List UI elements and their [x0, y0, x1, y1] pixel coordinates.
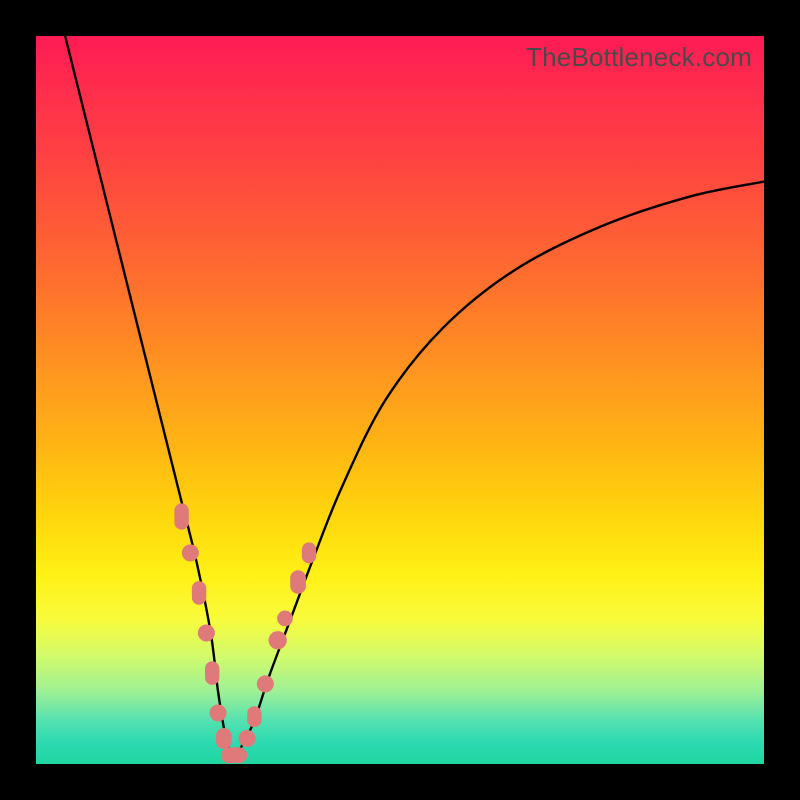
- data-marker: [198, 624, 215, 641]
- data-marker: [209, 705, 226, 722]
- data-marker: [290, 570, 306, 594]
- data-marker: [182, 544, 199, 561]
- marker-layer: [174, 503, 316, 763]
- chart-frame: TheBottleneck.com: [0, 0, 800, 800]
- data-marker: [247, 706, 261, 727]
- data-marker: [205, 661, 219, 685]
- data-marker: [239, 730, 256, 747]
- data-marker: [192, 581, 206, 605]
- chart-svg: [36, 36, 764, 764]
- data-marker: [277, 611, 293, 627]
- watermark-text: TheBottleneck.com: [526, 42, 752, 73]
- data-marker: [221, 747, 247, 763]
- data-marker: [269, 631, 287, 649]
- data-marker: [216, 728, 232, 749]
- plot-area: TheBottleneck.com: [36, 36, 764, 764]
- data-marker: [302, 542, 316, 563]
- bottleneck-curve: [65, 36, 764, 757]
- data-marker: [174, 503, 188, 529]
- data-marker: [257, 675, 274, 692]
